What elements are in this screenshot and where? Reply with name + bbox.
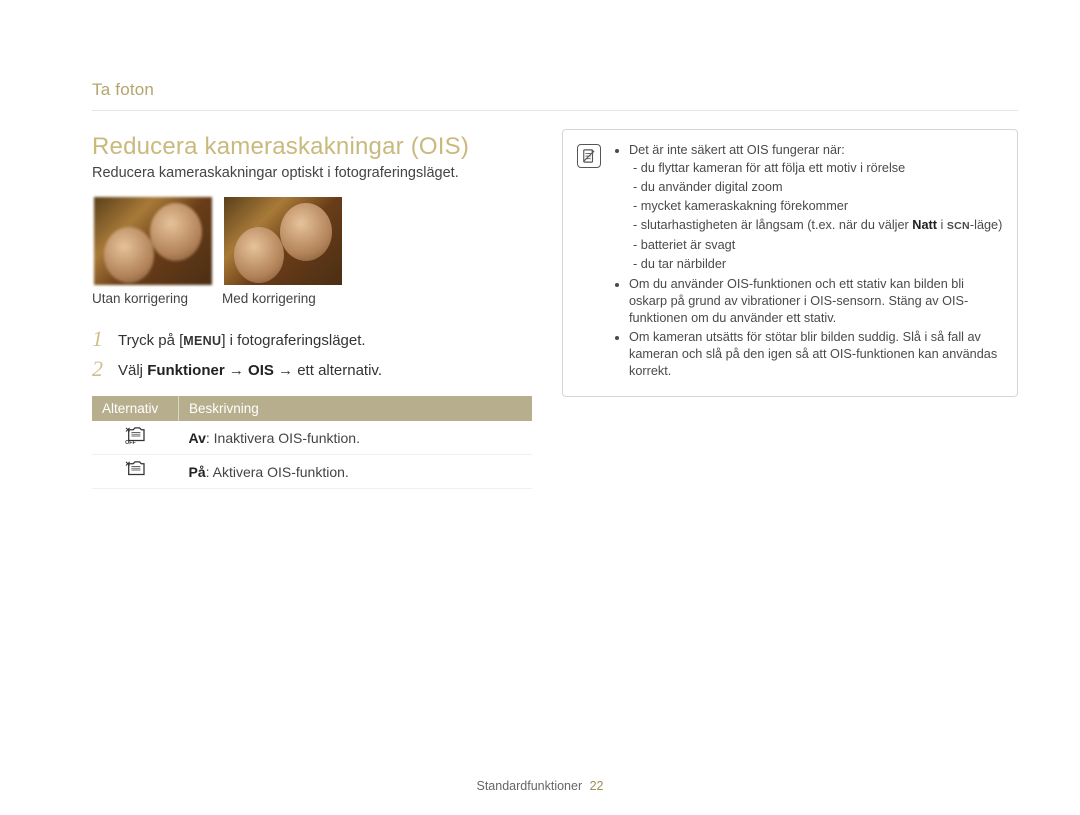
table-head-description: Beskrivning	[179, 396, 533, 421]
ois-on-icon	[124, 461, 146, 479]
page-title: Reducera kameraskakningar (OIS)	[92, 133, 532, 161]
note-intro: Det är inte säkert att OIS fungerar när:…	[629, 142, 1003, 273]
footer-page-number: 22	[590, 779, 604, 793]
note-sub-item: du använder digital zoom	[633, 179, 1003, 196]
note-sub-item: du flyttar kameran för att följa ett mot…	[633, 160, 1003, 177]
step-2: Välj Funktioner → OIS → ett alternativ.	[92, 358, 532, 384]
ois-off-icon: OFF	[124, 427, 146, 445]
note-sub-item: du tar närbilder	[633, 256, 1003, 273]
note-sub-item: batteriet är svagt	[633, 237, 1003, 254]
option-on-desc: : Aktivera OIS-funktion.	[206, 464, 349, 480]
footer-section: Standardfunktioner	[476, 779, 582, 793]
note-bullet: Om du använder OIS-funktionen och ett st…	[629, 276, 1003, 327]
table-row: OFF Av: Inaktivera OIS-funktion.	[92, 421, 532, 455]
column-right: Det är inte säkert att OIS fungerar när:…	[562, 133, 1018, 489]
content-columns: Reducera kameraskakningar (OIS) Reducera…	[92, 133, 1018, 489]
table-head-option: Alternativ	[92, 396, 179, 421]
menu-key-icon: MENU	[183, 328, 221, 354]
svg-text:OFF: OFF	[125, 440, 136, 445]
note-icon	[577, 144, 601, 168]
example-photos	[92, 195, 532, 287]
caption-uncorrected: Utan korrigering	[92, 291, 214, 306]
divider	[92, 110, 1018, 111]
table-row: På: Aktivera OIS-funktion.	[92, 455, 532, 489]
note-bullet: Om kameran utsätts för stötar blir bilde…	[629, 329, 1003, 380]
photo-uncorrected	[92, 195, 214, 287]
column-left: Reducera kameraskakningar (OIS) Reducera…	[92, 133, 532, 489]
breadcrumb: Ta foton	[92, 80, 1018, 100]
step-1: Tryck på [MENU] i fotograferingsläget.	[92, 328, 532, 354]
photo-captions: Utan korrigering Med korrigering	[92, 291, 532, 306]
note-sub-item: slutarhastigheten är långsam (t.ex. när …	[633, 217, 1003, 235]
option-off-desc: : Inaktivera OIS-funktion.	[206, 430, 360, 446]
option-on-label: På	[189, 464, 206, 480]
scn-badge: SCN	[947, 218, 970, 235]
note-sub-item: mycket kameraskakning förekommer	[633, 198, 1003, 215]
page-footer: Standardfunktioner 22	[0, 779, 1080, 793]
manual-page: Ta foton Reducera kameraskakningar (OIS)…	[0, 0, 1080, 815]
caption-corrected: Med korrigering	[222, 291, 344, 306]
note-box: Det är inte säkert att OIS fungerar när:…	[562, 129, 1018, 397]
option-off-label: Av	[189, 430, 206, 446]
photo-corrected	[222, 195, 344, 287]
steps-list: Tryck på [MENU] i fotograferingsläget. V…	[92, 328, 532, 384]
subtitle: Reducera kameraskakningar optiskt i foto…	[92, 165, 532, 181]
options-table: Alternativ Beskrivning OFF	[92, 396, 532, 489]
